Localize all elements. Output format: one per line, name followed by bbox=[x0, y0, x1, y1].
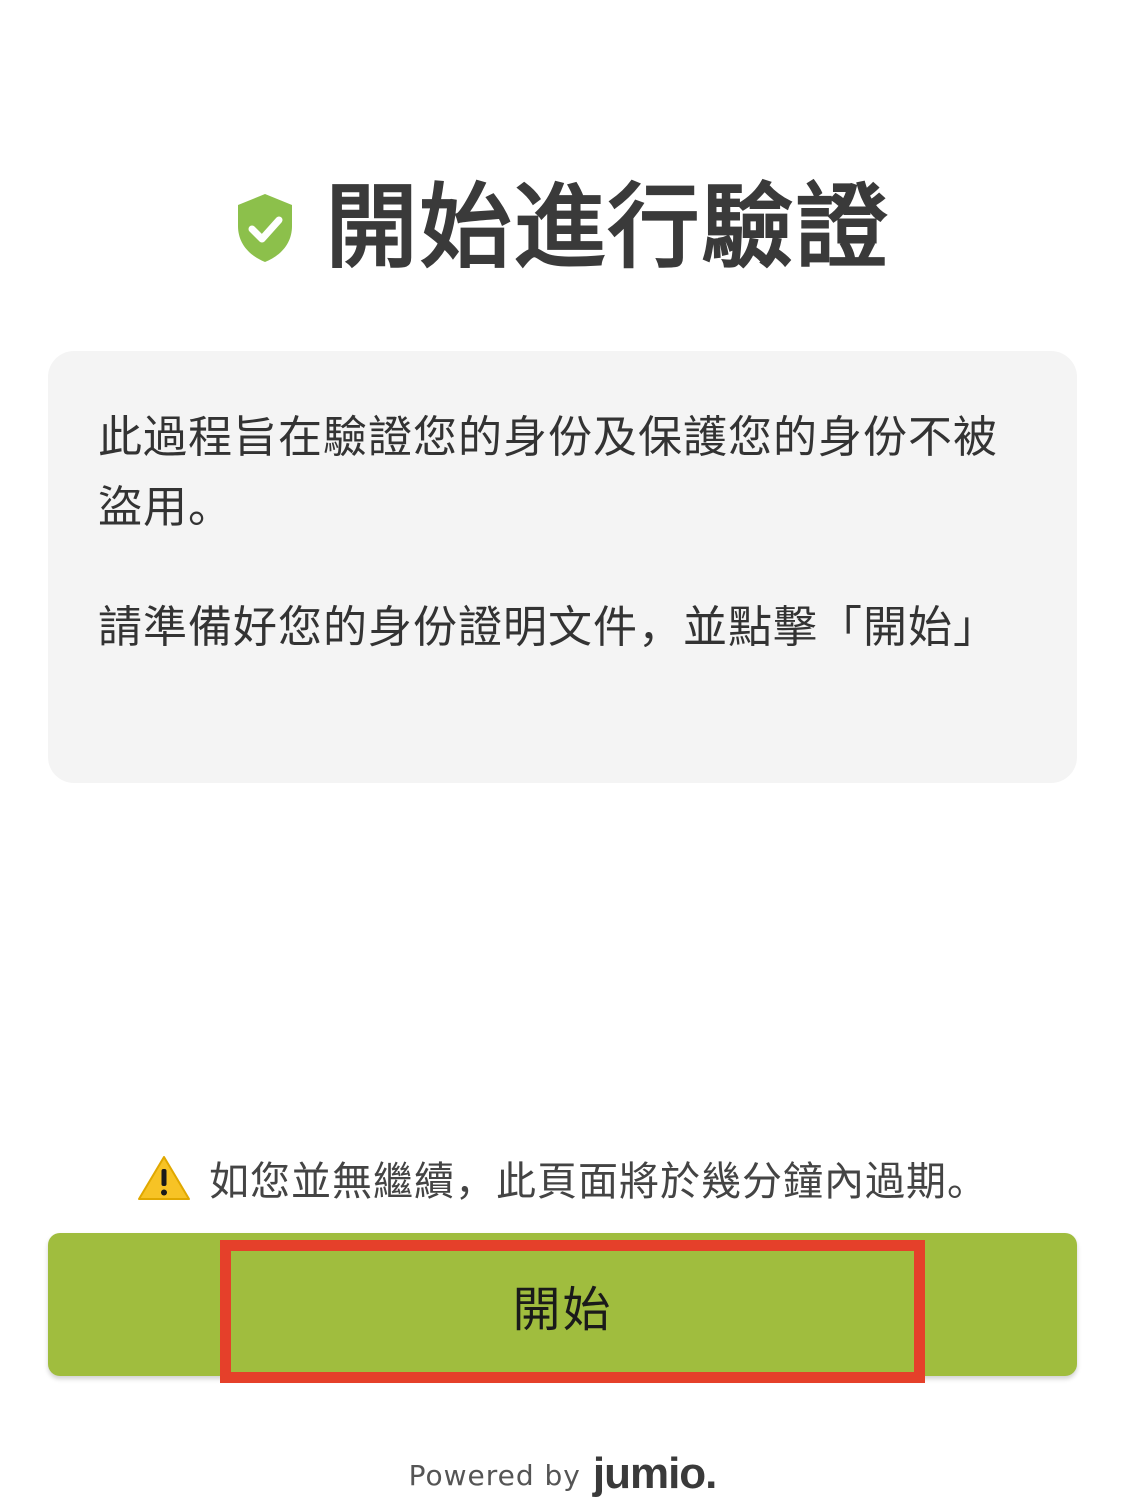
warning-icon bbox=[138, 1156, 190, 1200]
powered-by-text: Powered by bbox=[408, 1459, 581, 1492]
info-paragraph-purpose: 此過程旨在驗證您的身份及保護您的身份不被盜用。 bbox=[98, 412, 998, 533]
start-button-label: 開始 bbox=[512, 1283, 613, 1337]
info-paragraph-instruction: 請準備好您的身份證明文件，並點擊「開始」 bbox=[98, 602, 998, 653]
shield-check-icon bbox=[238, 194, 293, 262]
info-card: 此過程旨在驗證您的身份及保護您的身份不被盜用。 請準備好您的身份證明文件，並點擊… bbox=[48, 351, 1077, 783]
start-button[interactable]: 開始 bbox=[48, 1233, 1077, 1376]
expiry-warning: 如您並無繼續，此頁面將於幾分鐘內過期。 bbox=[0, 1148, 1125, 1208]
warning-text: 如您並無繼續，此頁面將於幾分鐘內過期。 bbox=[209, 1159, 988, 1205]
page-title: 開始進行驗證 bbox=[325, 174, 890, 281]
page-header: 開始進行驗證 bbox=[0, 168, 1125, 288]
jumio-logo: jumio. bbox=[592, 1449, 718, 1498]
footer: Powered by jumio. bbox=[0, 1448, 1125, 1500]
